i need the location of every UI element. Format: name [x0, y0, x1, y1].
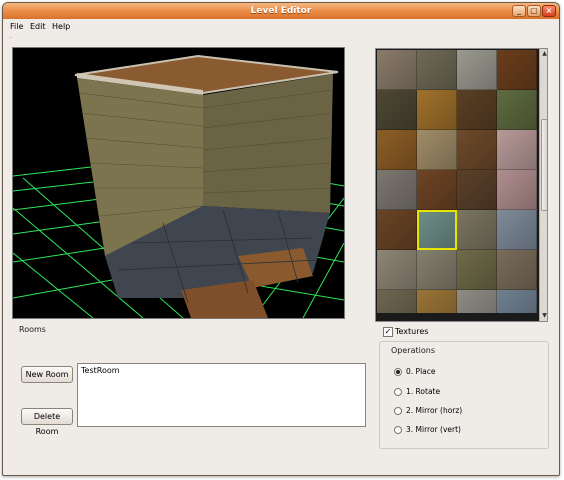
palette-scrollbar[interactable]: ▲ ▼ — [539, 49, 547, 321]
scroll-down-arrow[interactable]: ▼ — [540, 311, 547, 320]
gold-panel-texture-tile[interactable] — [417, 290, 457, 313]
gray-stone-texture-tile[interactable] — [457, 290, 497, 313]
close-icon: × — [545, 6, 553, 15]
teal-tiles-texture-tile[interactable] — [417, 210, 457, 250]
texture-palette[interactable]: ▲ ▼ — [375, 48, 548, 322]
arched-window-texture-tile[interactable] — [497, 250, 537, 290]
op-rotate-label: 1. Rotate — [406, 387, 441, 396]
window-title: Level Editor — [250, 6, 312, 16]
op-rotate-radio[interactable] — [394, 388, 402, 396]
maximize-button[interactable]: ▢ — [527, 5, 541, 17]
dark-wood-texture-tile[interactable] — [457, 170, 497, 210]
ornate-brown-texture-tile[interactable] — [497, 50, 537, 90]
minimize-icon: _ — [517, 6, 521, 15]
textures-label: Textures — [395, 327, 429, 336]
operations-label: Operations — [391, 346, 435, 355]
gargoyle-texture-tile[interactable] — [377, 170, 417, 210]
moss-stone-texture-tile[interactable] — [497, 90, 537, 130]
tan-stone-texture-tile[interactable] — [417, 130, 457, 170]
dark-brick-texture-tile[interactable] — [377, 90, 417, 130]
op-mirror-horz-label: 2. Mirror (horz) — [406, 406, 463, 415]
gray-stone-texture-tile[interactable] — [457, 50, 497, 90]
selected-stone-texture-tile[interactable] — [457, 250, 497, 290]
menu-bar: File Edit Help — [3, 19, 559, 37]
op-place-radio[interactable] — [394, 368, 402, 376]
wood-panel-texture-tile[interactable] — [457, 130, 497, 170]
menu-file[interactable]: File — [10, 22, 23, 31]
op-mirror-vert-label: 3. Mirror (vert) — [406, 425, 461, 434]
op-place-label: 0. Place — [406, 367, 436, 376]
rooms-label: Rooms — [19, 325, 46, 334]
title-bar[interactable]: Level Editor _ ▢ × — [3, 3, 559, 19]
blue-tiles-texture-tile[interactable] — [497, 210, 537, 250]
op-mirror-vert-radio[interactable] — [394, 426, 402, 434]
brick-texture-tile[interactable] — [377, 290, 417, 313]
pink-marble-texture-tile[interactable] — [497, 130, 537, 170]
menu-help[interactable]: Help — [52, 22, 70, 31]
minimize-button[interactable]: _ — [512, 5, 526, 17]
scroll-up-arrow[interactable]: ▲ — [540, 49, 547, 58]
carved-stone-texture-tile[interactable] — [377, 50, 417, 90]
stone-wall-texture-tile[interactable] — [417, 50, 457, 90]
ornate-brown-texture-tile[interactable] — [417, 170, 457, 210]
close-button[interactable]: × — [542, 5, 556, 17]
rooms-panel: Rooms New Room Delete Room TestRoom — [12, 323, 367, 449]
op-mirror-horz-radio[interactable] — [394, 407, 402, 415]
room-list-item[interactable]: TestRoom — [81, 366, 120, 375]
stone-wall-texture-tile[interactable] — [457, 210, 497, 250]
room-list[interactable]: TestRoom — [77, 363, 366, 427]
level-editor-window: Level Editor _ ▢ × File Edit Help ·· ▲ ▼… — [2, 2, 560, 476]
toolbar-separator: ·· — [9, 35, 13, 42]
wood-pattern-texture-tile[interactable] — [377, 210, 417, 250]
radio-selected-dot — [396, 370, 400, 374]
textures-checkbox[interactable]: ✓ — [383, 327, 393, 337]
blue-stone-texture-tile[interactable] — [497, 290, 537, 313]
maximize-icon: ▢ — [530, 6, 538, 15]
cobblestone-texture-tile[interactable] — [417, 250, 457, 290]
delete-room-button[interactable]: Delete Room — [21, 408, 73, 436]
menu-edit[interactable]: Edit — [30, 22, 46, 31]
pink-ornate-texture-tile[interactable] — [497, 170, 537, 210]
scroll-thumb[interactable] — [541, 119, 547, 211]
arched-window-texture-tile[interactable] — [377, 250, 417, 290]
gold-triangle-texture-tile[interactable] — [417, 90, 457, 130]
new-room-button[interactable]: New Room — [21, 366, 73, 383]
ornate-gold-texture-tile[interactable] — [377, 130, 417, 170]
operations-group: Operations 0. Place 1. Rotate 2. Mirror … — [379, 341, 549, 449]
3d-scene — [13, 54, 344, 318]
3d-viewport[interactable] — [12, 47, 345, 319]
texture-grid — [377, 50, 539, 313]
dark-wood-texture-tile[interactable] — [457, 90, 497, 130]
